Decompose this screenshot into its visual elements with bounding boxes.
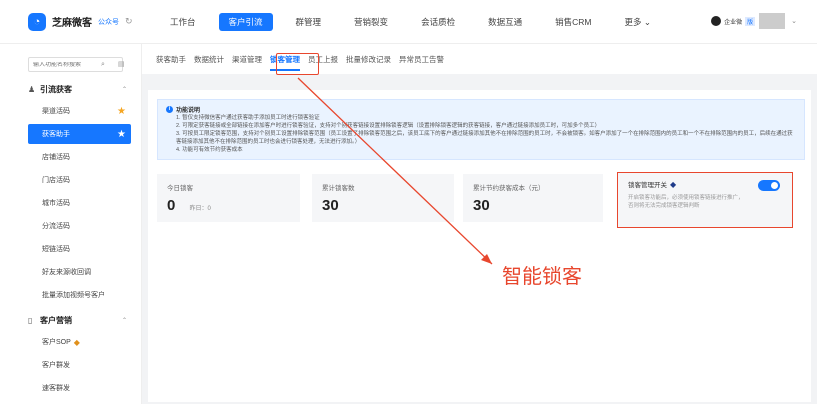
annotation-label: 智能锁客 xyxy=(502,264,582,288)
annotation-arrow xyxy=(297,77,493,265)
